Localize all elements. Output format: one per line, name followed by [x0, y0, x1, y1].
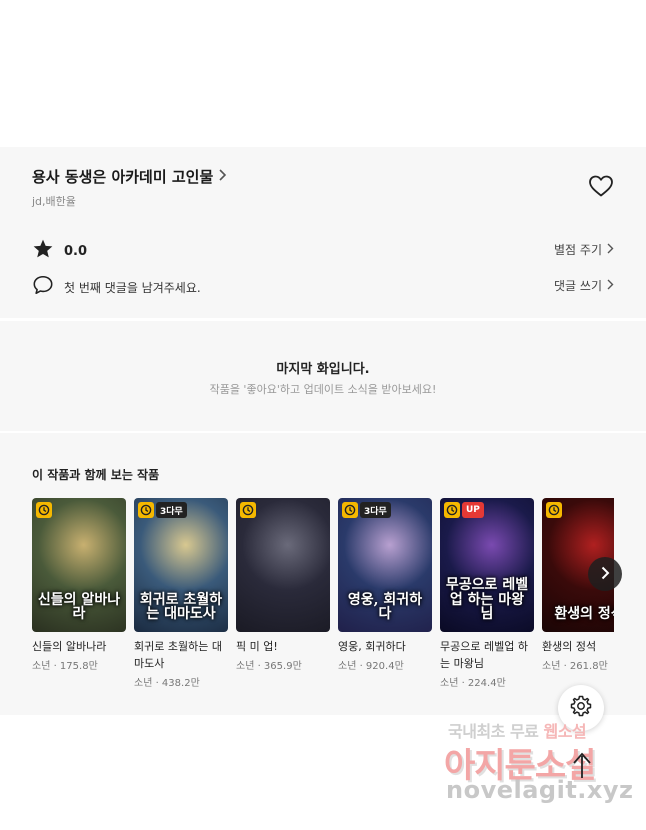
recommendation-meta: 소년 · 175.8만	[32, 661, 98, 672]
free-badge: 3다무	[360, 502, 391, 518]
cover-title-art: 회귀로 초월하는 대마도사	[139, 591, 223, 623]
cover-thumbnail	[236, 498, 330, 632]
recommendations-heading: 이 작품과 함께 보는 작품	[32, 468, 160, 482]
cover-thumbnail: UP 무공으로 레벨업 하는 마왕님	[440, 498, 534, 632]
up-badge: UP	[462, 502, 484, 518]
recommendation-meta: 소년 · 365.9만	[236, 661, 302, 672]
star-icon	[32, 238, 54, 264]
clock-icon	[546, 502, 562, 518]
cover-badges	[240, 502, 256, 518]
cover-title-art: 환생의 정석	[554, 606, 614, 623]
clock-icon	[138, 502, 154, 518]
recommendation-card[interactable]: 신들의 알바나라 신들의 알바나라 소년 · 175.8만	[32, 498, 126, 672]
watermark-url: novelagit.xyz	[446, 776, 634, 804]
recommendation-meta: 소년 · 438.2만	[134, 678, 200, 689]
cover-title-art: 신들의 알바나라	[37, 591, 121, 623]
recommendation-title: 무공으로 레벨업 하는 마왕님	[440, 640, 528, 670]
recommendations-section: 이 작품과 함께 보는 작품 신들의 알바나라 신들의 알바나라 소년 · 175.…	[0, 433, 646, 715]
cover-thumbnail: 3다무회귀로 초월하는 대마도사	[134, 498, 228, 632]
cover-thumbnail: 3다무영웅, 회귀하다	[338, 498, 432, 632]
cover-badges: 3다무	[138, 502, 187, 518]
rate-button-label: 별점 주기	[554, 243, 602, 257]
cover-badges: 3다무	[342, 502, 391, 518]
top-blank-area	[0, 0, 646, 147]
series-title-link[interactable]: 용사 동생은 아카데미 고인물	[32, 166, 227, 187]
chevron-right-icon	[217, 168, 227, 185]
recommendation-meta: 소년 · 224.4만	[440, 678, 506, 689]
rate-button[interactable]: 별점 주기	[554, 241, 614, 258]
last-episode-title: 마지막 화입니다.	[276, 362, 370, 377]
comment-row: 첫 번째 댓글을 남겨주세요.	[32, 274, 201, 300]
write-comment-button[interactable]: 댓글 쓰기	[554, 277, 614, 294]
cover-badges	[546, 502, 562, 518]
clock-icon	[240, 502, 256, 518]
recommendation-title: 신들의 알바나라	[32, 640, 107, 653]
recommendation-card[interactable]: 3다무 영웅, 회귀하다 영웅, 회귀하다 소년 · 920.4만	[338, 498, 432, 672]
clock-icon	[342, 502, 358, 518]
recommendation-title: 영웅, 회귀하다	[338, 640, 406, 653]
last-episode-subtitle: 작품을 '좋아요'하고 업데이트 소식을 받아보세요!	[209, 383, 437, 396]
recommendation-meta: 소년 · 261.8만	[542, 661, 608, 672]
cover-title-art: 무공으로 레벨업 하는 마왕님	[445, 576, 529, 623]
recommendation-meta: 소년 · 920.4만	[338, 661, 404, 672]
recommendation-title: 환생의 정석	[542, 640, 597, 653]
series-author: jd,배한율	[32, 195, 76, 208]
recommendation-card[interactable]: 3다무 회귀로 초월하는 대마도사 회귀로 초월하는 대마도사 소년 · 438.2만	[134, 498, 228, 689]
clock-icon	[36, 502, 52, 518]
like-heart-icon[interactable]	[588, 174, 614, 198]
chevron-right-icon	[599, 565, 611, 584]
comment-bubble-icon	[32, 274, 54, 300]
recommendation-card[interactable]: 픽 미 업! 소년 · 365.9만	[236, 498, 330, 672]
cover-title-art: 영웅, 회귀하다	[347, 591, 423, 623]
carousel-next-button[interactable]	[588, 557, 622, 591]
scroll-top-button[interactable]	[570, 750, 594, 780]
recommendations-list: 신들의 알바나라 신들의 알바나라 소년 · 175.8만 3다무 회귀로 초월하는 대…	[32, 498, 614, 708]
series-title: 용사 동생은 아카데미 고인물	[32, 168, 214, 186]
chevron-right-icon	[606, 243, 614, 257]
free-badge: 3다무	[156, 502, 187, 518]
site-watermark: 국내최초 무료 웹소설 아지툰소설 novelagit.xyz	[444, 716, 644, 828]
recommendation-title: 픽 미 업!	[236, 640, 278, 653]
last-episode-notice: 마지막 화입니다. 작품을 '좋아요'하고 업데이트 소식을 받아보세요!	[0, 321, 646, 431]
rating-row: 0.0	[32, 238, 87, 264]
arrow-up-icon	[570, 752, 594, 784]
recommendation-title: 회귀로 초월하는 대마도사	[134, 640, 222, 670]
comment-prompt: 첫 번째 댓글을 남겨주세요.	[64, 280, 201, 295]
clock-icon	[444, 502, 460, 518]
cover-badges: UP	[444, 502, 484, 518]
chevron-right-icon	[606, 279, 614, 293]
recommendation-card[interactable]: UP 무공으로 레벨업 하는 마왕님 무공으로 레벨업 하는 마왕님 소년 · 224…	[440, 498, 534, 689]
write-comment-label: 댓글 쓰기	[554, 279, 602, 293]
rating-value: 0.0	[64, 243, 88, 259]
cover-thumbnail: 신들의 알바나라	[32, 498, 126, 632]
cover-badges	[36, 502, 52, 518]
